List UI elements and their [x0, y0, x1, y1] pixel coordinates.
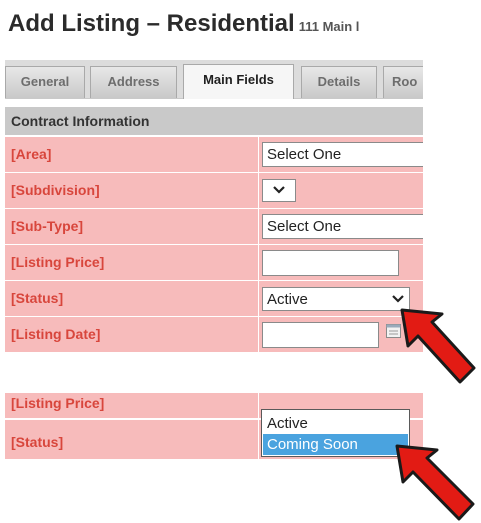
chevron-down-icon — [273, 186, 285, 194]
red-arrow-icon — [395, 444, 475, 521]
field-label: [Subdivision] — [11, 182, 100, 198]
option-active[interactable]: Active — [263, 413, 408, 434]
row-listing-date: [Listing Date] — [5, 316, 423, 352]
listing-price-input[interactable] — [262, 250, 399, 276]
tab-bar: General Address Main Fields Details Roo — [5, 60, 423, 99]
field-label: [Listing Price] — [11, 254, 105, 270]
red-arrow-icon — [400, 308, 476, 384]
field-label: [Sub-Type] — [11, 218, 84, 234]
row-status: [Status] Active — [5, 280, 423, 316]
field-label: [Status] — [11, 290, 64, 306]
tab-rooms[interactable]: Roo — [383, 66, 423, 98]
area-select[interactable]: Select One — [262, 142, 423, 167]
subdivision-select[interactable] — [262, 179, 296, 202]
tab-general[interactable]: General — [5, 66, 85, 98]
field-label: [Listing Date] — [11, 326, 101, 342]
row-listing-price: [Listing Price] — [5, 244, 423, 280]
listing-date-input[interactable] — [262, 322, 379, 348]
field-label: [Area] — [11, 146, 52, 162]
field-label: [Status] — [11, 434, 64, 450]
tab-address[interactable]: Address — [90, 66, 177, 98]
tab-main-fields[interactable]: Main Fields — [183, 64, 294, 99]
row-area: [Area] Select One — [5, 136, 423, 172]
crop-divider — [0, 362, 423, 392]
option-coming-soon[interactable]: Coming Soon — [263, 434, 408, 455]
section-heading: Contract Information — [5, 107, 423, 135]
row-subdivision: [Subdivision] — [5, 172, 423, 208]
sub-type-select[interactable]: Select One — [262, 214, 423, 239]
row-sub-type: [Sub-Type] Select One — [5, 208, 423, 244]
status-select[interactable]: Active — [262, 287, 410, 311]
form-viewport: General Address Main Fields Details Roo … — [0, 0, 423, 523]
status-dropdown-list: Active Coming Soon — [261, 409, 410, 457]
field-label: [Listing Price] — [11, 395, 105, 411]
tab-details[interactable]: Details — [301, 66, 377, 98]
